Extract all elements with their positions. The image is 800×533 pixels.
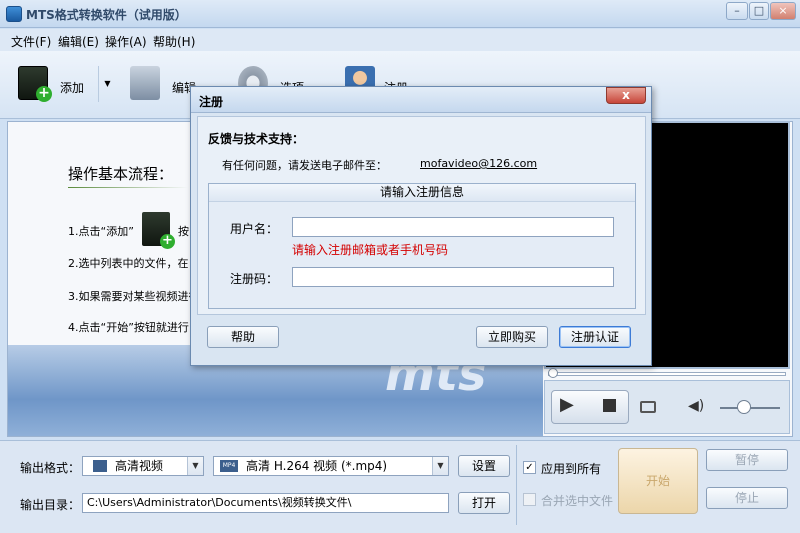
maximize-button[interactable]: □ (749, 2, 769, 20)
support-text: 有任何问题，请发送电子邮件至： (222, 159, 387, 172)
output-dir-field[interactable]: C:\Users\Administrator\Documents\视频转换文件\ (82, 493, 449, 513)
step-2: 2.选中列表中的文件，在 (68, 257, 189, 270)
film-add-icon: + (18, 66, 52, 102)
pause-button[interactable]: 暂停 (706, 449, 788, 471)
step-4: 4.点击“开始”按钮就进行 (68, 321, 189, 334)
step-1-suffix: 按 (178, 225, 189, 238)
help-button[interactable]: 帮助 (207, 326, 279, 348)
verify-button[interactable]: 注册认证 (559, 326, 631, 348)
merge-selected-checkbox[interactable] (523, 493, 536, 506)
username-input[interactable] (292, 217, 614, 237)
dialog-title: 注册 (199, 95, 224, 109)
app-icon (6, 6, 22, 22)
heading-divider (68, 187, 188, 188)
dialog-title-bar (191, 87, 651, 113)
toolbar-add-button[interactable]: 添加 (60, 79, 84, 96)
snapshot-icon[interactable] (640, 401, 656, 413)
minimize-button[interactable]: – (726, 2, 748, 20)
stop-button[interactable]: 停止 (706, 487, 788, 509)
chevron-down-icon: ▼ (432, 457, 448, 475)
stop-icon[interactable] (603, 399, 616, 412)
film-add-icon: + (142, 212, 175, 249)
format-category-value: 高清视频 (115, 459, 164, 473)
divider (516, 445, 517, 525)
dialog-close-button[interactable]: x (606, 87, 646, 104)
apply-all-label: 应用到所有 (541, 462, 602, 476)
seek-bar[interactable] (548, 372, 786, 376)
menu-file[interactable]: 文件(F) (11, 33, 51, 50)
support-heading: 反馈与技术支持： (208, 132, 305, 146)
window-title: MTS格式转换软件（试用版） (26, 8, 187, 22)
code-input[interactable] (292, 267, 614, 287)
edit-icon (130, 66, 160, 100)
menu-action[interactable]: 操作(A) (105, 33, 147, 50)
register-group-title: 请输入注册信息 (209, 184, 635, 202)
close-button[interactable]: × (770, 2, 796, 20)
steps-heading: 操作基本流程： (68, 165, 174, 183)
code-label: 注册码： (230, 272, 279, 286)
output-dir-label: 输出目录： (20, 498, 81, 512)
format-select[interactable]: 高清 H.264 视频 (*.mp4) MP4 ▼ (213, 456, 449, 476)
step-3: 3.如果需要对某些视频进行 (68, 290, 200, 303)
menu-help[interactable]: 帮助(H) (153, 33, 195, 50)
open-button[interactable]: 打开 (458, 492, 510, 514)
format-category-select[interactable]: 高清视频 ▼ (82, 456, 204, 476)
play-icon[interactable]: ▶ (560, 394, 574, 415)
format-value: 高清 H.264 视频 (*.mp4) (246, 459, 388, 473)
support-email-link[interactable]: mofavideo@126.com (420, 157, 537, 170)
buy-now-button[interactable]: 立即购买 (476, 326, 548, 348)
chevron-down-icon: ▼ (187, 457, 203, 475)
film-icon (93, 460, 107, 472)
mp4-icon: MP4 (220, 460, 238, 472)
settings-button[interactable]: 设置 (458, 455, 510, 477)
step-1: 1.点击“添加” (68, 225, 134, 238)
output-format-label: 输出格式： (20, 461, 81, 475)
start-button[interactable]: 开始 (618, 448, 698, 514)
username-label: 用户名： (230, 222, 279, 236)
add-dropdown-arrow[interactable]: ▼ (98, 66, 116, 102)
merge-selected-label: 合并选中文件 (541, 494, 614, 508)
volume-handle[interactable] (737, 400, 751, 414)
menu-edit[interactable]: 编辑(E) (58, 33, 99, 50)
apply-all-checkbox[interactable]: ✓ (523, 461, 536, 474)
volume-icon[interactable]: ◀) (688, 398, 704, 414)
username-hint: 请输入注册邮箱或者手机号码 (292, 243, 449, 257)
seek-handle[interactable] (548, 368, 558, 378)
